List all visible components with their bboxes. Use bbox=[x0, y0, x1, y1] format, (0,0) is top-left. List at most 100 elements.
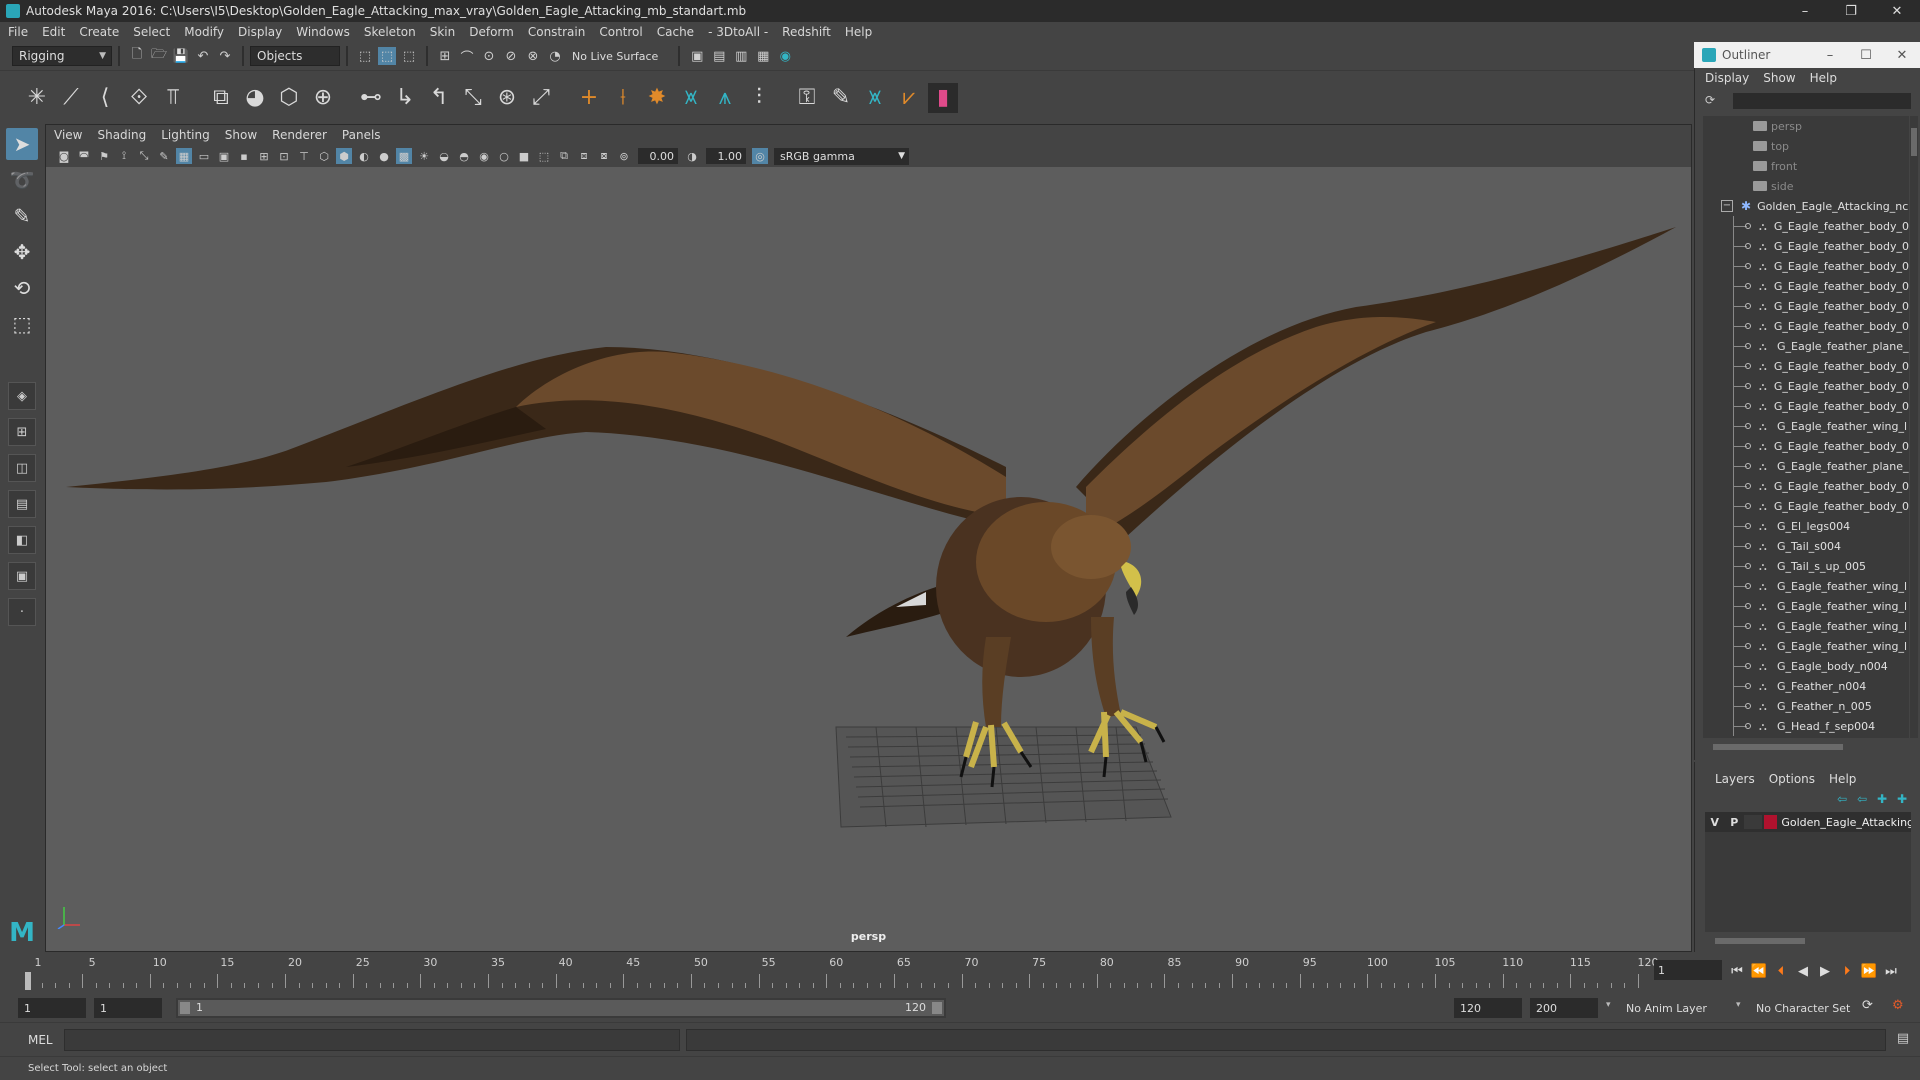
select-component-icon[interactable]: ⬚ bbox=[400, 47, 418, 65]
menu-file[interactable]: File bbox=[8, 25, 28, 39]
layer-color-swatch[interactable] bbox=[1763, 815, 1778, 829]
snap-live-icon[interactable]: ◔ bbox=[546, 47, 564, 65]
viewport-menu-show[interactable]: Show bbox=[225, 128, 257, 142]
particle-icon[interactable]: ✸ bbox=[642, 83, 672, 113]
command-input[interactable] bbox=[64, 1029, 680, 1051]
chevron-down-icon[interactable]: ▾ bbox=[1606, 1000, 1611, 1010]
cluster-icon[interactable]: ⊕ bbox=[308, 83, 338, 113]
script-editor-icon[interactable]: ▤ bbox=[1894, 1031, 1912, 1049]
menu-modify[interactable]: Modify bbox=[184, 25, 224, 39]
anim-layer-dropdown[interactable]: No Anim Layer bbox=[1626, 1002, 1707, 1015]
outliner-item-mesh[interactable]: ⛬ G_Eagle_feather_body_0 bbox=[1703, 436, 1909, 456]
collapse-icon[interactable]: − bbox=[1721, 200, 1733, 212]
outliner-item-mesh[interactable]: ⛬ G_Feather_n004 bbox=[1703, 676, 1909, 696]
resolution-gate-icon[interactable]: ▣ bbox=[216, 148, 232, 164]
exposure-field[interactable]: 0.00 bbox=[638, 148, 678, 164]
character-control-icon[interactable]: ⩚ bbox=[710, 83, 740, 113]
end-time-field[interactable]: 200 bbox=[1530, 998, 1598, 1018]
outliner-item-mesh[interactable]: ⛬ G_Eagle_feather_body_0 bbox=[1703, 276, 1909, 296]
snap-surface-icon[interactable]: ⊗ bbox=[524, 47, 542, 65]
step-forward-key-icon[interactable]: ⏩ bbox=[1858, 962, 1880, 980]
outliner-search-input[interactable] bbox=[1733, 93, 1911, 109]
outliner-item-mesh[interactable]: ⛬ G_Eagle_body_n004 bbox=[1703, 656, 1909, 676]
snap-view-icon[interactable]: ⊘ bbox=[502, 47, 520, 65]
outliner-item-mesh[interactable]: ⛬ G_Eagle_feather_plane_ bbox=[1703, 456, 1909, 476]
viewport-menu-shading[interactable]: Shading bbox=[97, 128, 146, 142]
menu-skin[interactable]: Skin bbox=[430, 25, 456, 39]
refresh-icon[interactable]: ⟳ bbox=[1705, 93, 1721, 109]
layer-menu-layers[interactable]: Layers bbox=[1715, 772, 1755, 786]
layout-menu-icon[interactable]: · bbox=[8, 598, 36, 626]
xray-joints-icon[interactable]: ⧈ bbox=[576, 148, 592, 164]
restore-button[interactable]: ❐ bbox=[1828, 0, 1874, 22]
preferences-icon[interactable]: ⚙ bbox=[1892, 998, 1904, 1013]
layer-menu-help[interactable]: Help bbox=[1829, 772, 1856, 786]
new-layer-selected-icon[interactable]: ✚ bbox=[1892, 792, 1912, 806]
smooth-shade-icon[interactable]: ⬢ bbox=[336, 148, 352, 164]
camera-attributes-icon[interactable]: ◚ bbox=[76, 148, 92, 164]
minimize-button[interactable]: – bbox=[1782, 0, 1828, 22]
four-pane-layout-icon[interactable]: ⊞ bbox=[8, 418, 36, 446]
maya-m-icon[interactable]: ⩙ bbox=[860, 83, 890, 113]
xray-components-icon[interactable]: ⧇ bbox=[596, 148, 612, 164]
anti-alias-icon[interactable]: ○ bbox=[496, 148, 512, 164]
current-time-marker[interactable] bbox=[25, 972, 31, 990]
outliner-item-mesh[interactable]: ⛬ G_Eagle_feather_body_0 bbox=[1703, 256, 1909, 276]
menu-deform[interactable]: Deform bbox=[469, 25, 514, 39]
menu-edit[interactable]: Edit bbox=[42, 25, 65, 39]
chevron-down-icon[interactable]: ▾ bbox=[1736, 1000, 1741, 1010]
script-language-toggle[interactable]: MEL bbox=[28, 1033, 53, 1047]
textured-icon[interactable]: ▩ bbox=[396, 148, 412, 164]
ik-spline-icon[interactable]: ⟨ bbox=[90, 83, 120, 113]
menu-cache[interactable]: Cache bbox=[657, 25, 694, 39]
shaded-wire-icon[interactable]: ◐ bbox=[356, 148, 372, 164]
paint-weights-icon[interactable]: ◕ bbox=[240, 83, 270, 113]
aim-constraint-icon[interactable]: ⊛ bbox=[492, 83, 522, 113]
play-forwards-icon[interactable]: ▶ bbox=[1814, 962, 1836, 980]
outliner-item-mesh[interactable]: ⛬ G_Eagle_feather_body_0 bbox=[1703, 356, 1909, 376]
select-hierarchy-icon[interactable]: ⬚ bbox=[356, 47, 374, 65]
menu-skeleton[interactable]: Skeleton bbox=[364, 25, 416, 39]
new-empty-layer-icon[interactable]: ✚ bbox=[1872, 792, 1892, 806]
undo-icon[interactable]: ↶ bbox=[194, 47, 212, 65]
outliner-menu-display[interactable]: Display bbox=[1705, 71, 1749, 85]
default-material-icon[interactable]: ● bbox=[376, 148, 392, 164]
depth-of-field-icon[interactable]: ■ bbox=[516, 148, 532, 164]
ipr-render-icon[interactable]: ▤ bbox=[710, 47, 728, 65]
gate-mask-icon[interactable]: ▪ bbox=[236, 148, 252, 164]
auto-key-icon[interactable]: ⟳ bbox=[1862, 998, 1873, 1013]
select-tool-icon[interactable]: ➤ bbox=[6, 128, 38, 160]
open-scene-icon[interactable]: 🗁 bbox=[150, 47, 168, 65]
parent-constraint-icon[interactable]: ⊷ bbox=[356, 83, 386, 113]
grease-pencil-icon[interactable]: ✎ bbox=[156, 148, 172, 164]
outliner-item-top[interactable]: top bbox=[1703, 136, 1909, 156]
select-object-icon[interactable]: ⬚ bbox=[378, 47, 396, 65]
menu-help[interactable]: Help bbox=[845, 25, 872, 39]
outliner-item-mesh[interactable]: ⛬ G_Eagle_feather_wing_l bbox=[1703, 576, 1909, 596]
hik-icon[interactable]: ⩙ bbox=[676, 83, 706, 113]
outliner-item-mesh[interactable]: ⛬ G_Eagle_feather_body_0 bbox=[1703, 296, 1909, 316]
go-to-end-icon[interactable]: ⏭ bbox=[1880, 962, 1902, 980]
viewport-menu-lighting[interactable]: Lighting bbox=[161, 128, 210, 142]
exposure-icon[interactable]: ⊚ bbox=[616, 148, 632, 164]
playback-start-field[interactable]: 1 bbox=[94, 998, 162, 1018]
viewport-menu-panels[interactable]: Panels bbox=[342, 128, 381, 142]
redo-icon[interactable]: ↷ bbox=[216, 47, 234, 65]
field-chart-icon[interactable]: ⊞ bbox=[256, 148, 272, 164]
layer-visibility-toggle[interactable]: V bbox=[1705, 816, 1725, 829]
outliner-item-mesh[interactable]: ⛬ G_Eagle_feather_wing_l bbox=[1703, 596, 1909, 616]
move-tool-icon[interactable]: ✥ bbox=[6, 236, 38, 268]
menu-display[interactable]: Display bbox=[238, 25, 282, 39]
orient-constraint-icon[interactable]: ↰ bbox=[424, 83, 454, 113]
outliner-maximize-button[interactable]: ☐ bbox=[1848, 42, 1884, 68]
grid-icon[interactable]: ▦ bbox=[176, 148, 192, 164]
close-button[interactable]: ✕ bbox=[1874, 0, 1920, 22]
viewport-menu-view[interactable]: View bbox=[54, 128, 82, 142]
outliner-item-front[interactable]: front bbox=[1703, 156, 1909, 176]
motion-blur-icon[interactable]: ◉ bbox=[476, 148, 492, 164]
film-gate-icon[interactable]: ▭ bbox=[196, 148, 212, 164]
hypershade-icon[interactable]: ▦ bbox=[754, 47, 772, 65]
range-start-handle[interactable] bbox=[180, 1002, 190, 1014]
joint-tool-icon[interactable]: ✳ bbox=[22, 83, 52, 113]
bookmark-icon[interactable]: ⚑ bbox=[96, 148, 112, 164]
